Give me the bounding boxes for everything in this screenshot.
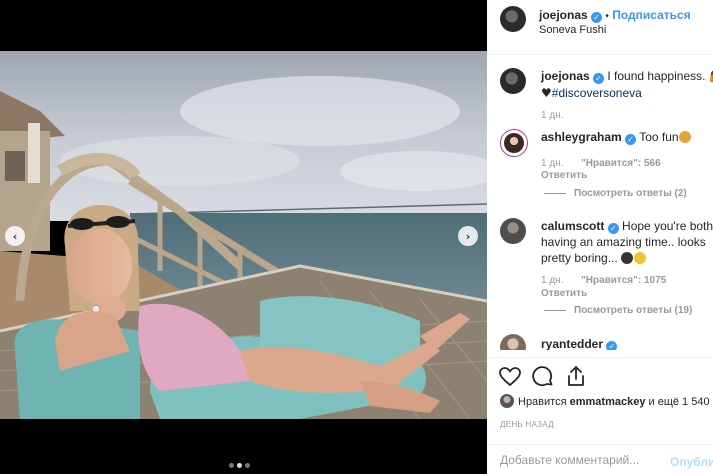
caption-author-avatar[interactable] [500,68,526,94]
follow-button[interactable]: Подписаться [612,8,690,22]
comment-2: calumscott ✓ Hope you're both having an … [541,218,713,266]
carousel-dot [245,463,250,468]
header-user-row: joejonas ✓ • Подписаться [539,8,691,23]
comment-2-likes[interactable]: "Нравится": 1075 [581,275,666,286]
comment-input[interactable] [500,453,660,467]
comments-list: joejonas ✓ I found happiness. 🤷 ♥#discov… [487,56,713,350]
post-location[interactable]: Soneva Fushi [539,24,606,36]
commenter-avatar[interactable] [500,218,526,244]
post-side-panel: joejonas ✓ • Подписаться Soneva Fushi jo… [487,0,713,474]
comment-3: ryantedder ✓ [541,336,618,350]
liked-by-user[interactable]: emmatmackey [570,396,646,408]
chevron-left-icon: ‹ [12,229,18,243]
liker-avatar [500,394,514,408]
comment-1: ashleygraham ✓ Too fun [541,129,691,145]
like-button[interactable] [498,365,522,389]
comment-icon [532,366,553,387]
caption-text: I found happiness. [607,69,709,83]
add-comment-bar: Опубли [487,444,713,474]
verified-badge-icon: ✓ [593,73,605,84]
comment-2-text-line2: having an amazing time.. looks [541,235,706,249]
caption-hashtag[interactable]: #discoversoneva [552,86,642,100]
chevron-right-icon: › [465,229,471,243]
previous-photo-button[interactable]: ‹ [5,226,25,246]
carousel-dot [229,463,234,468]
comment-1-likes[interactable]: "Нравится": 566 [581,158,661,169]
share-icon [568,366,584,386]
post-header: joejonas ✓ • Подписаться Soneva Fushi [487,0,713,55]
comment-1-view-replies[interactable]: Посмотреть ответы (2) [544,188,687,199]
post-actions: Нравится emmatmackey и ещё 1 540 ДЕНЬ НА… [487,357,713,474]
author-avatar[interactable] [500,6,526,32]
caption: joejonas ✓ I found happiness. 🤷 ♥#discov… [541,68,713,101]
comment-1-username[interactable]: ashleygraham [541,130,622,144]
comment-2-view-replies[interactable]: Посмотреть ответы (19) [544,305,692,316]
heart-emoji-icon: ♥ [541,86,552,100]
comment-1-reply-button[interactable]: Ответить [541,170,587,181]
caption-time[interactable]: 1 дн. [541,110,563,121]
comment-1-time[interactable]: 1 дн. [541,158,563,169]
publish-button[interactable]: Опубли [670,455,713,469]
share-button[interactable] [564,364,588,388]
photo-pane: ‹ › [0,0,487,474]
comment-3-username[interactable]: ryantedder [541,337,603,350]
next-photo-button[interactable]: › [458,226,478,246]
hands-emoji-icon [678,131,691,143]
wink-emoji-icon [634,252,647,264]
comment-2-reply-button[interactable]: Ответить [541,288,587,299]
liked-by-prefix: Нравится [518,396,570,408]
comment-1-text: Too fun [639,130,679,144]
comment-button[interactable] [531,365,555,389]
author-username[interactable]: joejonas [539,8,588,22]
verified-badge-icon: ✓ [606,341,618,350]
liked-by-suffix[interactable]: и ещё 1 540 [645,396,710,408]
comment-2-username[interactable]: calumscott [541,219,604,233]
comment-2-text-line1: Hope you're both [622,219,713,233]
verified-badge-icon: ✓ [625,134,637,145]
verified-badge-icon: ✓ [607,223,619,234]
caption-author-username[interactable]: joejonas [541,69,590,83]
commenter-avatar[interactable] [500,129,528,157]
photo-illustration [0,51,487,419]
carousel-dot-active [237,463,242,468]
commenter-avatar[interactable] [500,334,526,350]
eyes-emoji-icon [621,252,634,264]
heart-icon [499,367,521,387]
post-date[interactable]: ДЕНЬ НАЗАД [500,420,554,429]
comment-2-time[interactable]: 1 дн. [541,275,563,286]
liked-by-row: Нравится emmatmackey и ещё 1 540 [500,394,710,408]
verified-badge-icon: ✓ [591,12,603,23]
comment-2-text-line3: pretty boring... [541,251,618,265]
post-photo[interactable] [0,51,487,419]
shrug-emoji-icon: 🤷 [709,70,713,83]
separator-dot: • [605,11,609,22]
carousel-indicator [229,463,250,468]
